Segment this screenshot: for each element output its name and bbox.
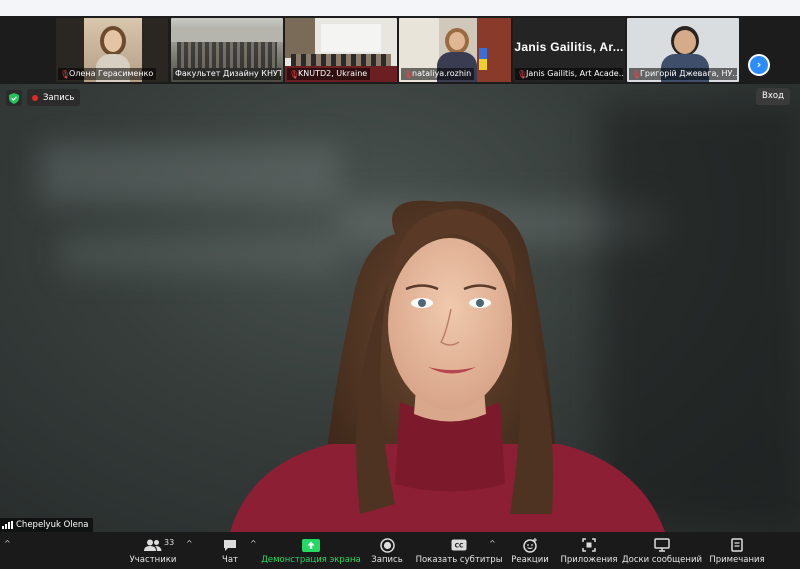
reactions-icon [522, 536, 538, 554]
left-iris [418, 299, 426, 307]
participant-thumbnail-strip: 🎙 Олена Герасименко Факультет Дизайну КН… [0, 16, 800, 84]
mic-muted-icon: 🎙 [403, 69, 414, 79]
participant-name-placeholder: Janis Gailitis, Ar... [514, 40, 624, 54]
captions-icon: CC [451, 536, 467, 554]
participant-tile[interactable]: 🎙 Григорій Джевага, НУ... [627, 18, 739, 82]
participant-tile[interactable]: Факультет Дизайну КНУТД [171, 18, 283, 82]
whiteboards-button[interactable]: Доски сообщений [621, 536, 703, 568]
chevron-right-icon: › [750, 56, 768, 74]
mic-muted-icon: 🎙 [631, 69, 642, 79]
participants-count: 33 [164, 538, 175, 547]
participant-name: 🎙 nataliya.rozhin [401, 68, 475, 80]
share-screen-icon [302, 536, 320, 554]
participant-name: 🎙 Григорій Джевага, НУ... [629, 68, 737, 80]
participant-tile[interactable]: Janis Gailitis, Ar... 🎙 Janis Gailitis, … [513, 18, 625, 82]
participants-options-chevron-icon[interactable]: ^ [186, 539, 193, 548]
participant-name-text: Григорій Джевага, НУ... [640, 69, 737, 78]
encryption-shield-icon[interactable] [6, 90, 22, 106]
active-speaker-name: Chepelyuk Olena [16, 520, 89, 530]
next-page-button[interactable]: › [748, 54, 770, 76]
captions-label: Показать субтитры [415, 555, 503, 565]
chat-icon [223, 536, 237, 554]
record-icon [379, 536, 395, 554]
participant-tile[interactable]: 🎙 nataliya.rozhin [399, 18, 511, 82]
participant-name-text: KNUTD2, Ukraine [298, 69, 368, 78]
chat-label: Чат [222, 555, 238, 565]
chat-button[interactable]: Чат [218, 536, 242, 568]
share-screen-button[interactable]: Демонстрация экрана [261, 536, 361, 568]
right-iris [476, 299, 484, 307]
signal-bars-icon [2, 521, 13, 529]
participants-label: Участники [129, 555, 177, 565]
participant-name-text: Janis Gailitis, Art Acade... [526, 69, 623, 78]
speaker-video-frame [230, 200, 665, 532]
active-speaker-name-tag: Chepelyuk Olena [0, 518, 94, 532]
captions-options-chevron-icon[interactable]: ^ [489, 539, 496, 548]
svg-text:CC: CC [455, 543, 464, 550]
participant-name: 🎙 KNUTD2, Ukraine [287, 68, 371, 80]
window-top-strip [0, 0, 800, 16]
recording-dot-icon [32, 94, 38, 101]
share-screen-label: Демонстрация экрана [261, 555, 361, 565]
chat-options-chevron-icon[interactable]: ^ [250, 539, 257, 548]
participant-name-text: nataliya.rozhin [412, 69, 472, 78]
apps-icon [582, 536, 596, 554]
captions-button[interactable]: CC Показать субтитры [416, 536, 502, 568]
participant-name: Факультет Дизайну КНУТД [173, 68, 281, 80]
participant-name-text: Факультет Дизайну КНУТД [175, 69, 281, 78]
participant-tile[interactable]: 🎙 Олена Герасименко [56, 18, 168, 82]
notes-label: Примечания [709, 555, 765, 565]
whiteboards-label: Доски сообщений [621, 555, 703, 565]
chevron-up-icon[interactable]: ^ [4, 539, 11, 548]
notes-button[interactable]: Примечания [709, 536, 765, 568]
participant-name: 🎙 Janis Gailitis, Art Acade... [515, 68, 623, 80]
participant-tile[interactable]: 🎙 KNUTD2, Ukraine [285, 18, 397, 82]
shield-icon [9, 92, 19, 104]
apps-button[interactable]: Приложения [560, 536, 618, 568]
record-label: Запись [371, 555, 403, 565]
view-button[interactable]: Вход [756, 88, 790, 105]
mic-muted-icon: 🎙 [517, 69, 528, 79]
recording-indicator[interactable]: Запись [27, 89, 81, 106]
active-speaker-video: Запись Вход Chepelyuk Olena [0, 84, 800, 532]
notes-icon [731, 536, 743, 554]
face [388, 238, 512, 410]
reactions-label: Реакции [511, 555, 549, 565]
recording-label: Запись [43, 92, 75, 103]
mic-muted-icon: 🎙 [289, 69, 300, 79]
meeting-toolbar: ^ Участники 33 ^ Чат ^ Демонстрация экра… [0, 532, 800, 569]
mic-muted-icon: 🎙 [60, 69, 71, 79]
participants-icon [144, 536, 162, 554]
record-button[interactable]: Запись [371, 536, 403, 568]
participant-name: 🎙 Олена Герасименко [58, 68, 157, 80]
apps-label: Приложения [560, 555, 618, 565]
whiteboard-icon [654, 536, 670, 554]
participant-name-text: Олена Герасименко [69, 69, 154, 78]
reactions-button[interactable]: Реакции [511, 536, 549, 568]
